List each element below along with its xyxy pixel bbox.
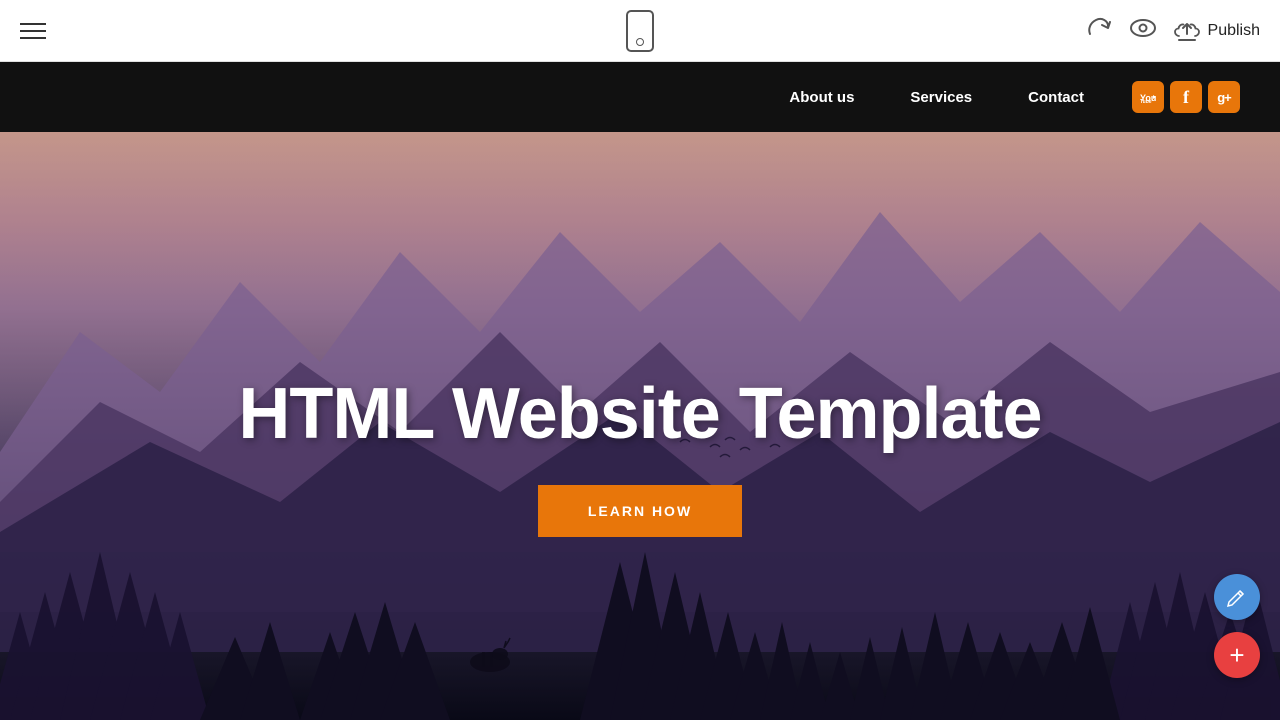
googleplus-icon[interactable]: g+ — [1208, 81, 1240, 113]
youtube-icon[interactable]: You Tube — [1132, 81, 1164, 113]
nav-services[interactable]: Services — [882, 89, 1000, 106]
navbar: About us Services Contact You Tube f g+ — [0, 62, 1280, 132]
mobile-preview-icon[interactable] — [626, 10, 654, 52]
plus-icon: + — [1229, 640, 1244, 671]
publish-label: Publish — [1208, 22, 1260, 40]
fab-add-button[interactable]: + — [1214, 632, 1260, 678]
publish-button[interactable]: Publish — [1174, 20, 1260, 42]
toolbar-left — [20, 23, 46, 39]
hero-title: HTML Website Template — [238, 375, 1041, 454]
nav-contact[interactable]: Contact — [1000, 89, 1112, 106]
facebook-icon[interactable]: f — [1170, 81, 1202, 113]
hero-section: HTML Website Template LEARN HOW — [0, 132, 1280, 720]
menu-icon[interactable] — [20, 23, 46, 39]
toolbar-right: Publish — [1084, 16, 1260, 46]
svg-text:Tube: Tube — [1140, 99, 1152, 105]
nav-links: About us Services Contact — [761, 89, 1112, 106]
toolbar-center — [626, 10, 654, 52]
social-icons: You Tube f g+ — [1132, 81, 1240, 113]
preview-icon[interactable] — [1130, 19, 1156, 42]
learn-how-button[interactable]: LEARN HOW — [538, 485, 742, 537]
undo-icon[interactable] — [1084, 16, 1112, 46]
nav-about-us[interactable]: About us — [761, 89, 882, 106]
hero-content: HTML Website Template LEARN HOW — [238, 375, 1041, 536]
fab-edit-button[interactable] — [1214, 574, 1260, 620]
toolbar: Publish — [0, 0, 1280, 62]
